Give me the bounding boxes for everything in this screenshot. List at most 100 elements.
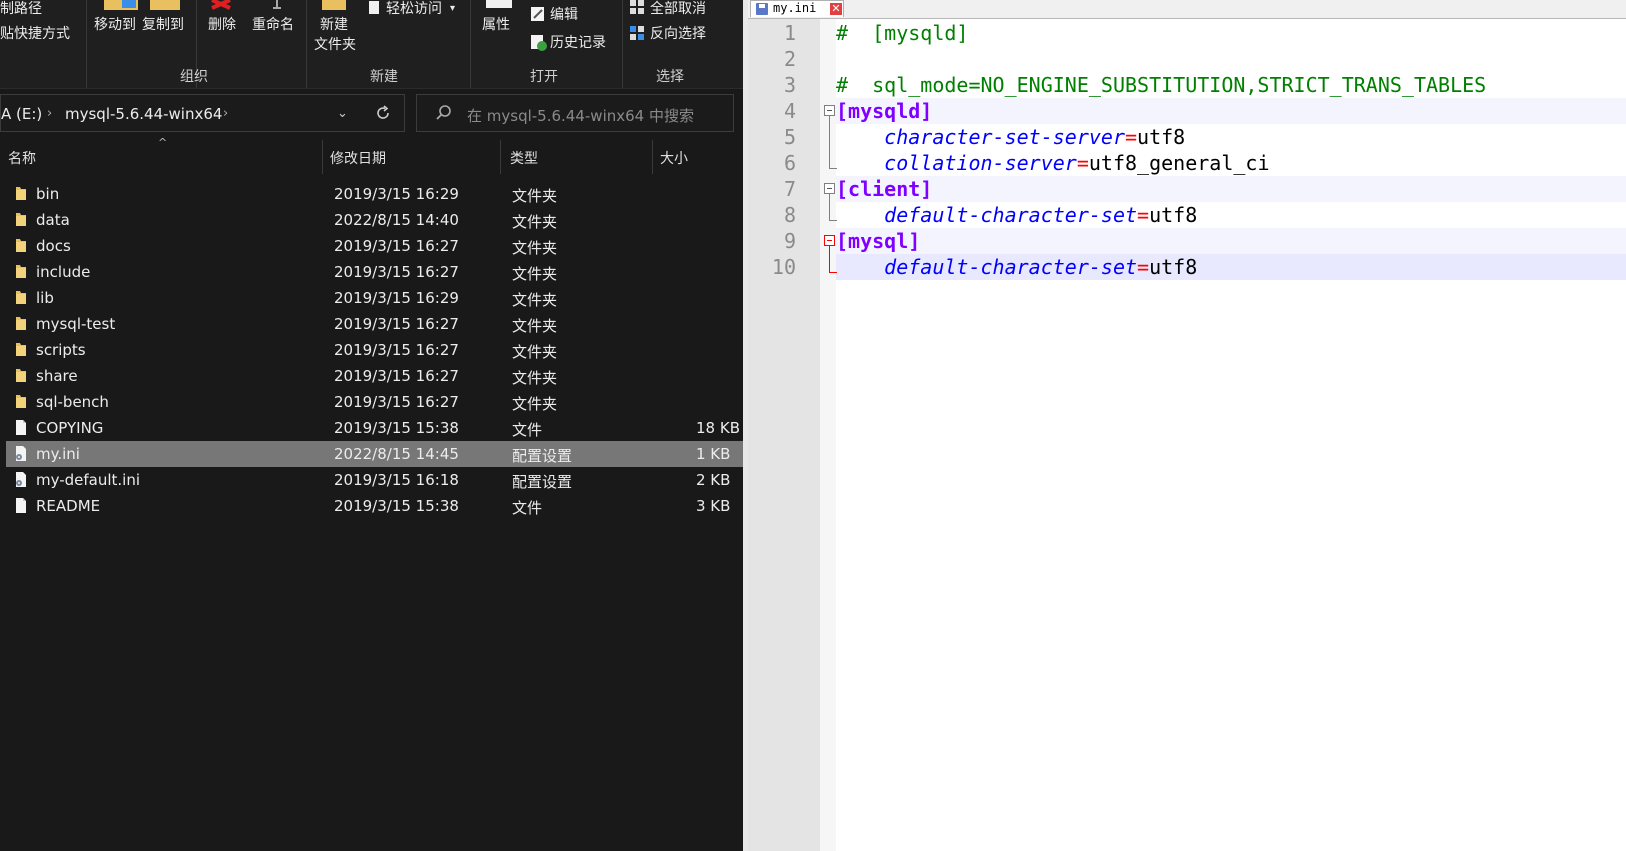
column-header-type[interactable]: 类型 — [510, 148, 538, 168]
tab-my-ini[interactable]: my.ini ✕ — [750, 0, 844, 17]
file-name: scripts — [36, 341, 86, 359]
breadcrumb-separator-icon[interactable]: › — [47, 106, 52, 121]
fold-toggle-icon[interactable] — [824, 235, 835, 246]
column-divider[interactable] — [652, 140, 653, 174]
ribbon-group-new: 新建 — [370, 69, 398, 85]
file-type: 文件夹 — [512, 291, 558, 309]
edit-button[interactable]: 编辑 — [550, 6, 578, 24]
line-number: 6 — [783, 151, 796, 175]
file-date: 2019/3/15 16:27 — [334, 315, 459, 333]
file-date: 2019/3/15 16:18 — [334, 471, 459, 489]
file-row[interactable]: my.ini 2022/8/15 14:45 配置设置 1 KB — [6, 441, 748, 467]
code-token: default-character-set — [884, 203, 1138, 227]
column-header-row: ^ 名称 修改日期 类型 大小 — [0, 136, 748, 174]
rename-button[interactable]: 重命名 — [252, 16, 294, 34]
code-line[interactable]: [client] — [836, 176, 1626, 202]
file-row[interactable]: COPYING 2019/3/15 15:38 文件 18 KB — [6, 415, 748, 441]
file-icon — [16, 420, 26, 435]
new-folder-button-line1[interactable]: 新建 — [320, 16, 348, 34]
file-date: 2019/3/15 16:27 — [334, 393, 459, 411]
fold-margin — [820, 19, 836, 851]
file-row[interactable]: mysql-test 2019/3/15 16:27 文件夹 — [6, 311, 748, 337]
select-none-button[interactable]: 全部取消 — [650, 0, 706, 18]
file-date: 2019/3/15 16:27 — [334, 237, 459, 255]
file-row[interactable]: docs 2019/3/15 16:27 文件夹 — [6, 233, 748, 259]
easy-access-button[interactable]: 轻松访问 — [386, 0, 442, 18]
file-date: 2019/3/15 15:38 — [334, 419, 459, 437]
file-row[interactable]: bin 2019/3/15 16:29 文件夹 — [6, 181, 748, 207]
file-size: 1 KB — [696, 445, 731, 463]
address-bar-row: A (E:) › mysql-5.6.44-winx64 › ⌄ 在 mysql… — [0, 94, 748, 134]
file-name: mysql-test — [36, 315, 116, 333]
fold-toggle-icon[interactable] — [824, 105, 835, 116]
file-row[interactable]: include 2019/3/15 16:27 文件夹 — [6, 259, 748, 285]
column-header-date[interactable]: 修改日期 — [330, 148, 386, 168]
column-divider[interactable] — [500, 140, 501, 174]
code-token: utf8 — [1149, 255, 1198, 279]
paste-shortcut-button[interactable]: 贴快捷方式 — [0, 25, 70, 43]
code-token: [client] — [836, 177, 933, 201]
file-explorer-window: 制路径 贴快捷方式 移动到 复制到 删除 重命名 新建 文件夹 轻松访问 ▾ 属… — [0, 0, 748, 851]
search-icon — [436, 105, 451, 120]
file-name: include — [36, 263, 91, 281]
close-icon[interactable]: ✕ — [830, 3, 842, 15]
code-line[interactable]: character-set-server=utf8 — [836, 124, 1626, 150]
file-type: 文件夹 — [512, 343, 558, 361]
code-line[interactable] — [836, 46, 1626, 72]
settings-file-icon — [16, 472, 26, 487]
file-date: 2019/3/15 16:27 — [334, 367, 459, 385]
file-row[interactable]: sql-bench 2019/3/15 16:27 文件夹 — [6, 389, 748, 415]
file-row[interactable]: lib 2019/3/15 16:29 文件夹 — [6, 285, 748, 311]
file-size: 18 KB — [696, 419, 740, 437]
search-input[interactable]: 在 mysql-5.6.44-winx64 中搜索 — [416, 94, 734, 132]
file-row[interactable]: README 2019/3/15 15:38 文件 3 KB — [6, 493, 748, 519]
line-number: 10 — [771, 255, 796, 279]
copy-to-button[interactable]: 复制到 — [142, 16, 184, 34]
code-line[interactable]: [mysql] — [836, 228, 1626, 254]
file-row[interactable]: share 2019/3/15 16:27 文件夹 — [6, 363, 748, 389]
rename-icon — [273, 0, 281, 9]
file-name: docs — [36, 237, 71, 255]
new-folder-icon — [322, 0, 346, 10]
file-type: 文件夹 — [512, 187, 558, 205]
code-token: [mysql] — [836, 229, 921, 253]
file-row[interactable]: scripts 2019/3/15 16:27 文件夹 — [6, 337, 748, 363]
column-divider[interactable] — [322, 140, 323, 174]
history-button[interactable]: 历史记录 — [550, 34, 606, 52]
code-line[interactable]: collation-server=utf8_general_ci — [836, 150, 1626, 176]
address-bar[interactable]: A (E:) › mysql-5.6.44-winx64 › ⌄ — [0, 94, 405, 132]
folder-icon — [16, 369, 26, 382]
refresh-icon[interactable] — [374, 104, 392, 122]
file-row[interactable]: my-default.ini 2019/3/15 16:18 配置设置 2 KB — [6, 467, 748, 493]
column-header-size[interactable]: 大小 — [660, 148, 688, 168]
copy-path-button[interactable]: 制路径 — [0, 0, 42, 18]
code-line[interactable]: default-character-set=utf8 — [836, 254, 1626, 280]
breadcrumb-folder[interactable]: mysql-5.6.44-winx64 — [65, 105, 222, 123]
code-line[interactable]: # [mysqld] — [836, 20, 1626, 46]
code-token: utf8 — [1137, 125, 1186, 149]
fold-end-marker — [829, 168, 837, 169]
code-token: character-set-server — [884, 125, 1125, 149]
file-date: 2019/3/15 16:29 — [334, 185, 459, 203]
select-none-icon — [630, 0, 644, 14]
fold-toggle-icon[interactable] — [824, 183, 835, 194]
file-row[interactable]: data 2022/8/15 14:40 文件夹 — [6, 207, 748, 233]
breadcrumb-drive[interactable]: A (E:) — [1, 105, 42, 123]
new-folder-button-line2[interactable]: 文件夹 — [314, 36, 356, 54]
properties-button[interactable]: 属性 — [482, 16, 510, 34]
code-line[interactable]: default-character-set=utf8 — [836, 202, 1626, 228]
breadcrumb-separator-icon[interactable]: › — [223, 106, 228, 121]
delete-button[interactable]: 删除 — [208, 16, 236, 34]
code-line[interactable]: # sql_mode=NO_ENGINE_SUBSTITUTION,STRICT… — [836, 72, 1626, 98]
invert-selection-button[interactable]: 反向选择 — [650, 25, 706, 43]
file-date: 2019/3/15 16:27 — [334, 341, 459, 359]
address-history-dropdown-icon[interactable]: ⌄ — [337, 106, 348, 121]
folder-icon — [16, 239, 26, 252]
code-line[interactable]: [mysqld] — [836, 98, 1626, 124]
text-editor-window: my.ini ✕ # [mysqld] # sql_mode=NO_ENGINE_… — [748, 0, 1626, 851]
move-to-button[interactable]: 移动到 — [94, 16, 136, 34]
column-header-name[interactable]: 名称 — [8, 148, 36, 168]
